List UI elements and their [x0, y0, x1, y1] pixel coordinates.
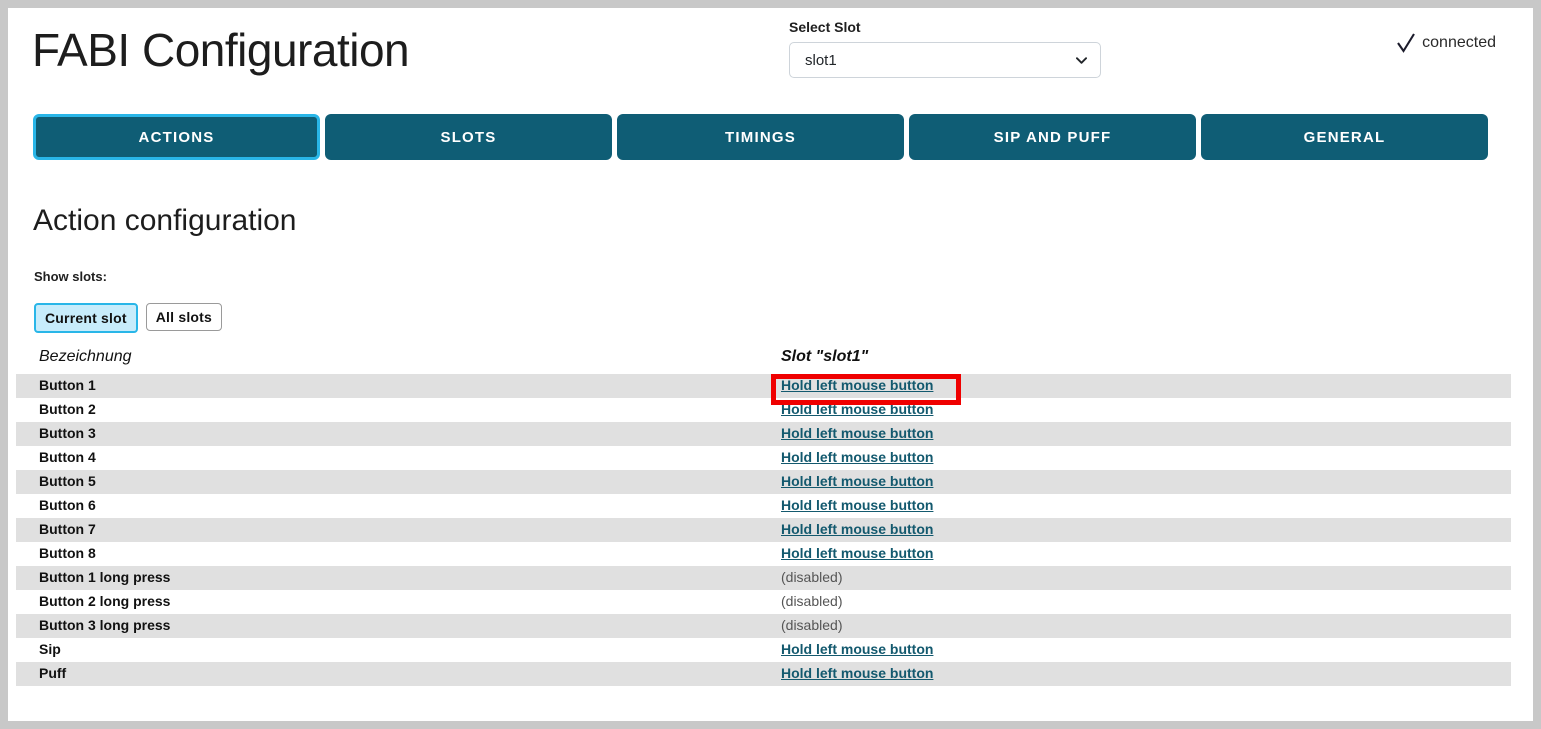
all-slots-button[interactable]: All slots [145, 303, 223, 331]
table-row: Button 4 Hold left mouse button [16, 446, 1511, 470]
action-disabled-label: (disabled) [781, 617, 843, 633]
table-cell-name: Button 5 [39, 473, 96, 489]
current-slot-button-label: Current slot [45, 310, 127, 326]
connection-status-label: connected [1422, 34, 1496, 51]
table-row: Button 8 Hold left mouse button [16, 542, 1511, 566]
table-cell-value: Hold left mouse button [781, 641, 933, 657]
table-cell-name: Sip [39, 641, 61, 657]
table-cell-value: Hold left mouse button [781, 521, 933, 537]
table-row: Button 6 Hold left mouse button [16, 494, 1511, 518]
table-cell-name: Button 2 long press [39, 593, 171, 609]
action-link[interactable]: Hold left mouse button [781, 425, 933, 441]
column-header-name: Bezeichnung [39, 348, 132, 365]
table-row: Button 3 long press (disabled) [16, 614, 1511, 638]
table-cell-name: Button 1 long press [39, 569, 171, 585]
tab-actions-label: ACTIONS [138, 128, 215, 146]
slot-select-label: Select Slot [789, 19, 861, 35]
tab-timings-label: TIMINGS [725, 128, 796, 146]
tab-bar: ACTIONS SLOTS TIMINGS SIP AND PUFF GENER… [33, 114, 1488, 160]
page-header: FABI Configuration Select Slot slot1 con… [8, 8, 1533, 108]
tab-slots[interactable]: SLOTS [325, 114, 612, 160]
slot-select-value: slot1 [805, 52, 837, 69]
tab-general-label: GENERAL [1303, 128, 1386, 146]
table-cell-value: Hold left mouse button [781, 497, 933, 513]
table-cell-name: Button 4 [39, 449, 96, 465]
table-cell-value: Hold left mouse button [781, 665, 933, 681]
table-header-row: Bezeichnung Slot "slot1" [16, 348, 1511, 374]
action-disabled-label: (disabled) [781, 593, 843, 609]
table-cell-name: Button 2 [39, 401, 96, 417]
checkmark-icon [1397, 33, 1416, 53]
connection-status: connected [1396, 32, 1496, 54]
tab-actions[interactable]: ACTIONS [33, 114, 320, 160]
table-row: Button 7 Hold left mouse button [16, 518, 1511, 542]
table-cell-value: Hold left mouse button [781, 449, 933, 465]
show-slots-button-group: Current slot All slots [34, 303, 223, 333]
action-link[interactable]: Hold left mouse button [781, 401, 933, 417]
action-link[interactable]: Hold left mouse button [781, 473, 933, 489]
action-table: Bezeichnung Slot "slot1" Button 1 Hold le… [16, 348, 1511, 686]
table-cell-value: Hold left mouse button [781, 401, 933, 417]
slot-select-group: Select Slot slot1 [789, 19, 1101, 78]
table-cell-name: Button 3 [39, 425, 96, 441]
table-cell-value: Hold left mouse button [781, 377, 933, 393]
table-cell-name: Button 7 [39, 521, 96, 537]
action-link[interactable]: Hold left mouse button [781, 665, 933, 681]
action-link[interactable]: Hold left mouse button [781, 545, 933, 561]
table-row: Button 5 Hold left mouse button [16, 470, 1511, 494]
all-slots-button-label: All slots [155, 309, 213, 325]
table-cell-name: Button 8 [39, 545, 96, 561]
table-row: Sip Hold left mouse button [16, 638, 1511, 662]
table-cell-name: Button 1 [39, 377, 96, 393]
action-link[interactable]: Hold left mouse button [781, 641, 933, 657]
page-container: FABI Configuration Select Slot slot1 con… [8, 8, 1533, 721]
table-cell-name: Button 6 [39, 497, 96, 513]
table-row: Button 1 long press (disabled) [16, 566, 1511, 590]
table-cell-value: Hold left mouse button [781, 473, 933, 489]
current-slot-button[interactable]: Current slot [34, 303, 138, 333]
action-link[interactable]: Hold left mouse button [781, 497, 933, 513]
table-row: Button 1 Hold left mouse button [16, 374, 1511, 398]
table-cell-value: (disabled) [781, 593, 842, 609]
slot-select-dropdown[interactable]: slot1 [789, 42, 1101, 78]
table-row: Button 3 Hold left mouse button [16, 422, 1511, 446]
section-title: Action configuration [33, 204, 297, 237]
table-row: Button 2 long press (disabled) [16, 590, 1511, 614]
column-header-slot: Slot "slot1" [781, 348, 869, 365]
show-slots-label: Show slots: [34, 269, 107, 284]
table-cell-name: Button 3 long press [39, 617, 171, 633]
action-link[interactable]: Hold left mouse button [781, 449, 933, 465]
tab-sip-and-puff-label: SIP AND PUFF [993, 128, 1112, 146]
table-cell-name: Puff [39, 665, 67, 681]
tab-sip-and-puff[interactable]: SIP AND PUFF [909, 114, 1196, 160]
page-title: FABI Configuration [32, 24, 410, 76]
action-disabled-label: (disabled) [781, 569, 843, 585]
table-row: Button 2 Hold left mouse button [16, 398, 1511, 422]
table-cell-value: Hold left mouse button [781, 425, 933, 441]
chevron-down-icon [1076, 57, 1087, 64]
tab-slots-label: SLOTS [440, 128, 497, 146]
action-link[interactable]: Hold left mouse button [781, 377, 933, 393]
tab-timings[interactable]: TIMINGS [617, 114, 904, 160]
action-link[interactable]: Hold left mouse button [781, 521, 933, 537]
table-cell-value: (disabled) [781, 617, 842, 633]
table-row: Puff Hold left mouse button [16, 662, 1511, 686]
table-body: Button 1 Hold left mouse button Button 2 Ho… [16, 374, 1511, 686]
table-cell-value: (disabled) [781, 569, 842, 585]
tab-general[interactable]: GENERAL [1201, 114, 1488, 160]
table-cell-value: Hold left mouse button [781, 545, 933, 561]
